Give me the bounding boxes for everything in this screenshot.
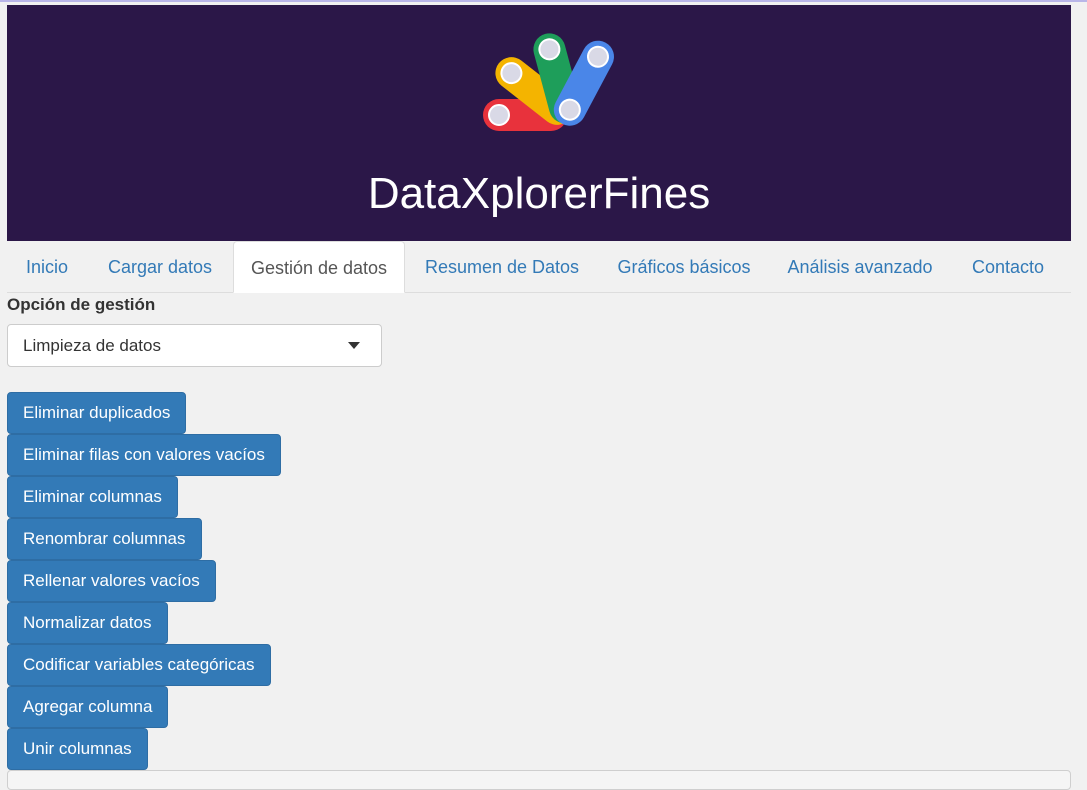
caret-down-icon	[348, 342, 360, 349]
remove-empty-rows-button[interactable]: Eliminar filas con valores vacíos	[7, 434, 281, 476]
rename-columns-button[interactable]: Renombrar columnas	[7, 518, 202, 560]
management-option-select[interactable]: Limpieza de datos	[7, 324, 382, 367]
fill-empty-values-button[interactable]: Rellenar valores vacíos	[7, 560, 216, 602]
cleaning-actions: Eliminar duplicados Eliminar filas con v…	[7, 392, 281, 770]
management-option-label: Opción de gestión	[7, 295, 156, 314]
tab-resumen-de-datos[interactable]: Resumen de Datos	[407, 241, 597, 293]
tab-cargar-datos[interactable]: Cargar datos	[89, 241, 231, 293]
app-title: DataXplorerFines	[367, 169, 711, 218]
encode-categorical-button[interactable]: Codificar variables categóricas	[7, 644, 271, 686]
add-column-button[interactable]: Agregar columna	[7, 686, 169, 728]
output-panel	[7, 770, 1071, 790]
remove-columns-button[interactable]: Eliminar columnas	[7, 476, 178, 518]
app-logo-icon	[483, 33, 614, 131]
tab-analisis-avanzado[interactable]: Análisis avanzado	[771, 241, 949, 293]
main-tabs: Inicio Cargar datos Gestión de datos Res…	[7, 241, 1071, 293]
normalize-data-button[interactable]: Normalizar datos	[7, 602, 168, 644]
tab-gestion-de-datos[interactable]: Gestión de datos	[233, 241, 405, 293]
tab-contacto[interactable]: Contacto	[951, 241, 1065, 293]
management-option-value: Limpieza de datos	[23, 336, 161, 355]
merge-columns-button[interactable]: Unir columnas	[7, 728, 148, 770]
remove-duplicates-button[interactable]: Eliminar duplicados	[7, 392, 187, 434]
tab-graficos-basicos[interactable]: Gráficos básicos	[599, 241, 769, 293]
app-header: DataXplorerFines	[7, 5, 1071, 241]
tab-inicio[interactable]: Inicio	[7, 241, 87, 293]
